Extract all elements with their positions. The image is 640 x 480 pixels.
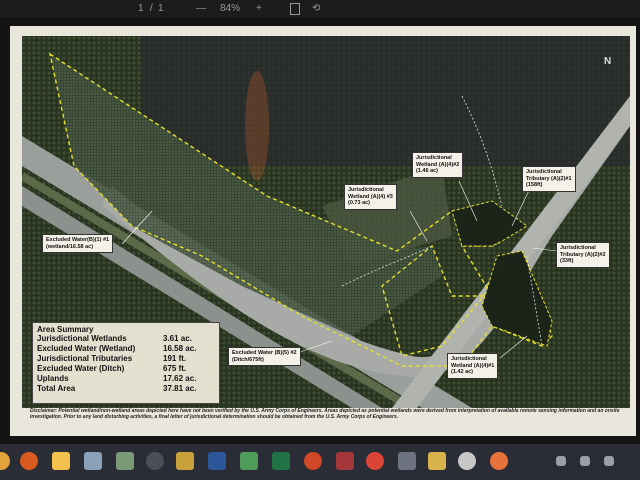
zoom-out-button[interactable]: — (196, 3, 206, 14)
camera-icon[interactable] (398, 452, 416, 470)
screen-glare (245, 71, 269, 181)
label-jurisdictional-tributary-a2-1: Jurisdictional Tributary (A)(2)#1 (158ft… (522, 166, 576, 192)
zoom-level[interactable]: 84% (220, 3, 240, 14)
summary-row: Uplands 17.62 ac. (37, 374, 197, 383)
chrome-icon[interactable] (366, 452, 384, 470)
label-excluded-water-b5: Excluded Water (B)(5) #2 (Ditch/675ft) (228, 347, 301, 366)
settings-icon[interactable] (146, 452, 164, 470)
file-explorer-icon[interactable] (52, 452, 70, 470)
volume-icon[interactable] (604, 456, 614, 466)
calculator-icon[interactable] (176, 452, 194, 470)
fit-page-icon[interactable] (290, 3, 300, 15)
label-jurisdictional-wetland-a4-1: Jurisdictional Wetland (A)(4)#1 (1.42 ac… (447, 353, 499, 379)
rotate-icon[interactable]: ⟲ (312, 3, 320, 14)
area-summary-table: Area Summary Jurisdictional Wetlands 3.61… (32, 322, 220, 404)
label-jurisdictional-tributary-a2-2: Jurisdictional Tributary (A)(2)#2 (33ft) (556, 242, 610, 268)
north-arrow: N (604, 56, 612, 67)
page-total: 1 (158, 3, 164, 14)
photos-icon[interactable] (84, 452, 102, 470)
summary-row: Total Area 37.81 ac. (37, 384, 197, 393)
media-icon[interactable] (428, 452, 446, 470)
summary-row: Jurisdictional Tributaries 191 ft. (37, 354, 187, 363)
mail-icon[interactable] (116, 452, 134, 470)
summary-row: Excluded Water (Wetland) 16.58 ac. (37, 344, 197, 353)
word-icon[interactable] (208, 452, 226, 470)
search-icon[interactable] (20, 452, 38, 470)
zoom-in-button[interactable]: + (256, 3, 262, 14)
access-icon[interactable] (336, 452, 354, 470)
disclaimer-text: Disclaimer: Potential wetland/non-wetlan… (30, 408, 620, 420)
page-current[interactable]: 1 (138, 3, 144, 14)
edge-icon[interactable] (458, 452, 476, 470)
pdf-viewer-toolbar: 1 / 1 — 84% + ⟲ (0, 0, 640, 18)
powerpoint-icon[interactable] (304, 452, 322, 470)
notes-icon[interactable] (240, 452, 258, 470)
label-jurisdictional-wetland-a4-2: Jurisdictional Wetland (A)(4)#2 (1.46 ac… (412, 152, 464, 178)
area-summary-title: Area Summary (37, 325, 94, 334)
summary-row: Excluded Water (Ditch) 675 ft. (37, 364, 187, 373)
label-excluded-water-b1: Excluded Water(B)(1) #1 (wetland/16.58 a… (42, 234, 114, 253)
residential-area (142, 36, 630, 166)
system-tray-icon[interactable] (556, 456, 566, 466)
label-jurisdictional-wetland-a4-3: Jurisdictional Wetland (A)(4) #3 (0.73 a… (344, 184, 397, 210)
excel-icon[interactable] (272, 452, 290, 470)
firefox-icon[interactable] (490, 452, 508, 470)
summary-row: Jurisdictional Wetlands 3.61 ac. (37, 334, 192, 343)
wifi-icon[interactable] (580, 456, 590, 466)
page-separator: / (150, 3, 153, 14)
